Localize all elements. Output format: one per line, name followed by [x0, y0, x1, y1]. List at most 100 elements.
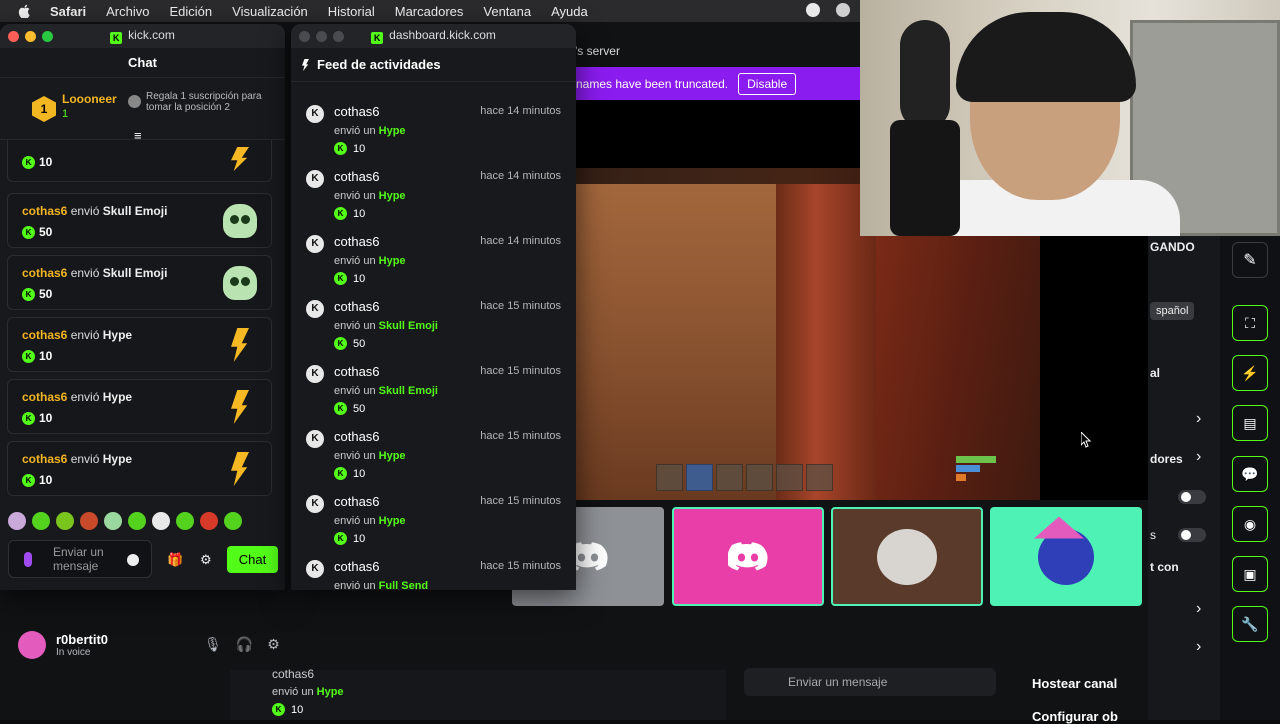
- emote-icon[interactable]: [224, 512, 242, 530]
- microphone-icon[interactable]: 🎙: [204, 636, 222, 653]
- activity-username[interactable]: cothas6: [334, 494, 380, 509]
- chevron-right-icon[interactable]: ›: [1196, 600, 1201, 618]
- chat-header: Chat: [0, 48, 285, 78]
- activity-username[interactable]: cothas6: [334, 234, 380, 249]
- game-wall: [576, 184, 776, 500]
- activity-item: K cothas6 hace 15 minutos envió un Hype …: [291, 419, 576, 484]
- activity-username[interactable]: cothas6: [334, 429, 380, 444]
- kick-coin-icon: K: [22, 225, 35, 239]
- activity-username[interactable]: cothas6: [334, 169, 380, 184]
- emote-icon[interactable]: [176, 512, 194, 530]
- activity-username[interactable]: cothas6: [334, 104, 380, 119]
- voice-tile-discord-pink[interactable]: [672, 507, 824, 606]
- emoji-icon[interactable]: [127, 554, 139, 566]
- bg-chat-input[interactable]: Enviar un mensaje: [744, 668, 996, 696]
- emote-icon[interactable]: [80, 512, 98, 530]
- disable-button[interactable]: Disable: [738, 72, 797, 95]
- activity-time: hace 15 minutos: [480, 300, 561, 312]
- emote-icon[interactable]: [56, 512, 74, 530]
- menu-edicion[interactable]: Edición: [170, 4, 213, 19]
- chat-message: cothas6 envió Skull Emoji K 50: [7, 193, 272, 248]
- document-icon[interactable]: ▤: [1232, 405, 1268, 441]
- apple-icon[interactable]: [18, 4, 32, 18]
- emote-icon[interactable]: [128, 512, 146, 530]
- game-hotbar: [656, 464, 833, 491]
- language-pill[interactable]: spañol: [1150, 302, 1195, 320]
- mouse-cursor-icon: [1081, 432, 1091, 448]
- activity-username[interactable]: cothas6: [334, 559, 380, 574]
- chat-send-button[interactable]: Chat: [227, 546, 278, 573]
- chat-message-input[interactable]: Enviar un mensaje: [8, 540, 152, 578]
- kick-avatar-icon: K: [306, 365, 324, 383]
- kick-chat-window: Kkick.com Chat 1 Loooneer 1 Regala 1 sus…: [0, 24, 285, 590]
- menu-app-name[interactable]: Safari: [50, 4, 86, 19]
- screenshot-icon[interactable]: ⛶: [1232, 305, 1268, 341]
- chevron-right-icon[interactable]: ›: [1196, 638, 1201, 656]
- gift-amount: K 10: [22, 411, 52, 425]
- menu-marcadores[interactable]: Marcadores: [395, 4, 464, 19]
- activity-description: envió un Hype: [334, 255, 406, 267]
- panel-item-moderadores[interactable]: dores: [1150, 452, 1183, 466]
- headphones-icon[interactable]: 🎧: [236, 636, 253, 653]
- kick-coin-icon: K: [22, 473, 35, 487]
- kick-activity-window: Kdashboard.kick.com Feed de actividades …: [291, 24, 576, 590]
- voice-tile-bird[interactable]: [990, 507, 1142, 606]
- chat-bubble-icon[interactable]: 💬: [1232, 456, 1268, 492]
- menu-archivo[interactable]: Archivo: [106, 4, 149, 19]
- voice-tile-hamster[interactable]: [831, 507, 983, 606]
- gift-prompt[interactable]: Regala 1 suscripción para tomar la posic…: [146, 91, 262, 113]
- kick-coin-icon: K: [334, 272, 347, 285]
- gear-icon[interactable]: ⚙: [267, 636, 280, 653]
- chat-window-titlebar[interactable]: Kkick.com: [0, 24, 285, 48]
- emote-icon[interactable]: [8, 512, 26, 530]
- microphone-icon[interactable]: [24, 552, 32, 567]
- emote-icon[interactable]: [104, 512, 122, 530]
- camera-icon[interactable]: ▣: [1232, 556, 1268, 592]
- emote-icon[interactable]: [200, 512, 218, 530]
- activity-item: K cothas6 hace 15 minutos envió un Full …: [291, 549, 576, 590]
- gear-icon[interactable]: ⚙: [200, 552, 212, 568]
- hostear-canal-label[interactable]: Hostear canal: [1032, 676, 1117, 691]
- panel-item-canal[interactable]: al: [1150, 366, 1160, 380]
- emote-icon[interactable]: [32, 512, 50, 530]
- panel-item-con[interactable]: t con: [1150, 560, 1179, 574]
- skull-emoji-icon: [221, 202, 259, 240]
- status-globe-icon[interactable]: [836, 3, 850, 17]
- kick-avatar-icon: K: [306, 170, 324, 188]
- hype-bolt-icon: [221, 326, 259, 364]
- wrench-icon[interactable]: 🔧: [1232, 606, 1268, 642]
- leader-username[interactable]: Loooneer: [62, 92, 117, 106]
- bird-avatar: [1034, 516, 1094, 585]
- menu-visualizacion[interactable]: Visualización: [232, 4, 308, 19]
- activity-username[interactable]: cothas6: [334, 299, 380, 314]
- kick-coin-icon: K: [22, 155, 35, 169]
- chat-message: cothas6 envió Skull Emoji K 50: [7, 255, 272, 310]
- kick-avatar-icon: K: [306, 495, 324, 513]
- menu-ventana[interactable]: Ventana: [483, 4, 531, 19]
- discord-logo-icon: [728, 541, 768, 570]
- chevron-right-icon[interactable]: ›: [1196, 410, 1201, 428]
- lightning-icon[interactable]: ⚡: [1232, 355, 1268, 391]
- emote-icon[interactable]: [152, 512, 170, 530]
- chat-message: cothas6 envió Hype K 10: [7, 317, 272, 372]
- toggle-switch[interactable]: [1178, 528, 1206, 542]
- kick-avatar-icon: K: [306, 300, 324, 318]
- menu-ayuda[interactable]: Ayuda: [551, 4, 588, 19]
- configurar-label[interactable]: Configurar ob: [1032, 709, 1118, 724]
- pencil-icon[interactable]: ✎: [1232, 242, 1268, 278]
- webcam-person-cap: [956, 12, 1136, 102]
- gift-box-icon[interactable]: 🎁: [167, 552, 183, 568]
- broadcast-icon[interactable]: ◉: [1232, 506, 1268, 542]
- kick-logo-icon: K: [110, 32, 123, 44]
- water-bar: [956, 465, 980, 472]
- kick-coin-icon: K: [334, 402, 347, 415]
- menu-historial[interactable]: Historial: [328, 4, 375, 19]
- activity-window-titlebar[interactable]: Kdashboard.kick.com: [291, 24, 576, 48]
- status-toggle-icon[interactable]: [806, 3, 820, 17]
- webcam-overlay: [860, 0, 1280, 236]
- toggle-switch[interactable]: [1178, 490, 1206, 504]
- activity-window-title: Kdashboard.kick.com: [291, 28, 576, 44]
- chevron-right-icon[interactable]: ›: [1196, 448, 1201, 466]
- avatar[interactable]: [18, 631, 46, 659]
- activity-username[interactable]: cothas6: [334, 364, 380, 379]
